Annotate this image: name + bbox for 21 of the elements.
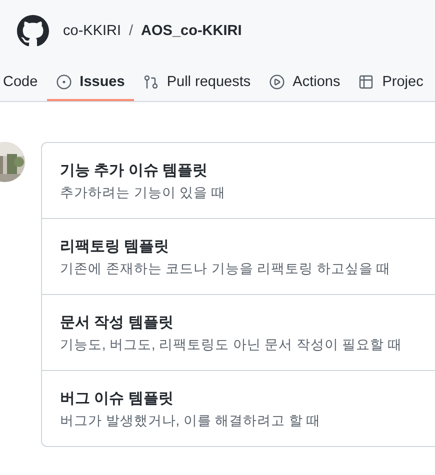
- nav-tab[interactable]: Projec: [349, 65, 432, 101]
- play-icon: [268, 74, 285, 90]
- breadcrumb-separator: /: [129, 23, 134, 39]
- template-description: 버그가 발생했거나, 이를 해결하려고 할 때: [60, 412, 322, 430]
- issue-icon: [56, 74, 72, 90]
- pull-request-icon: [142, 74, 159, 90]
- repo-link[interactable]: AOS_co-KKIRI: [141, 23, 242, 39]
- table-icon: [358, 74, 374, 90]
- nav-tab[interactable]: Actions: [260, 65, 350, 101]
- template-description: 기존에 존재하는 코드나 기능을 리팩토링 하고싶을 때: [60, 260, 392, 278]
- template-title[interactable]: 버그 이슈 템플릿: [60, 389, 435, 408]
- template-description: 기능도, 버그도, 리팩토링도 아닌 문서 작성이 필요할 때: [60, 336, 403, 354]
- github-logo-icon[interactable]: [17, 15, 49, 47]
- template-title[interactable]: 기능 추가 이슈 템플릿: [60, 161, 435, 180]
- template-title[interactable]: 리팩토링 템플릿: [60, 237, 435, 256]
- owner-link[interactable]: co-KKIRI: [63, 23, 122, 39]
- nav-tab[interactable]: Code: [0, 65, 47, 101]
- nav-tab[interactable]: Pull requests: [134, 65, 260, 101]
- nav-tab[interactable]: Issues: [46, 65, 134, 101]
- template-description: 추가하려는 기능이 있을 때: [60, 184, 226, 202]
- template-title[interactable]: 문서 작성 템플릿: [60, 313, 435, 332]
